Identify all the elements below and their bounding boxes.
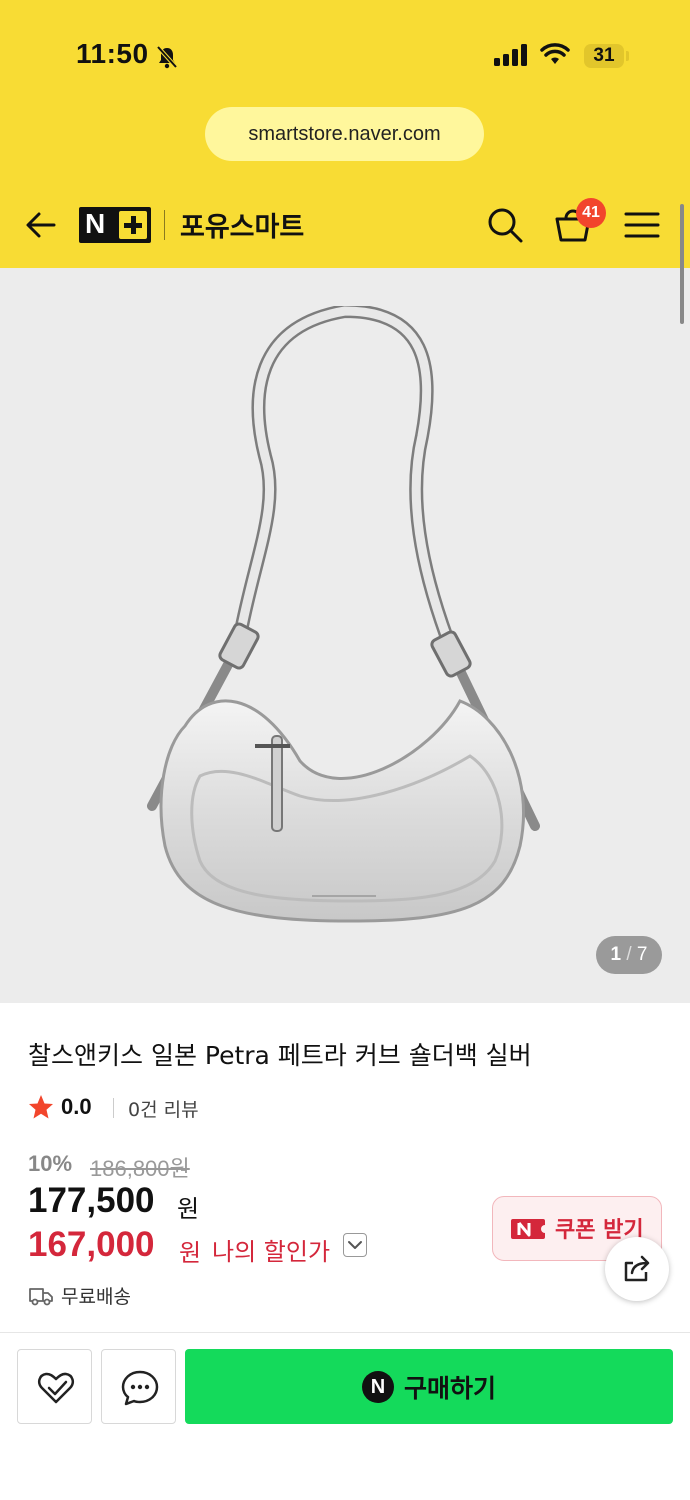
- back-arrow-icon[interactable]: [24, 208, 58, 246]
- status-time: 11:50: [76, 38, 149, 69]
- store-name[interactable]: 포유스마트: [180, 205, 304, 244]
- star-icon: [28, 1094, 54, 1124]
- image-pager: 1 / 7: [596, 936, 662, 974]
- scrollbar[interactable]: [680, 204, 684, 324]
- header-divider: [164, 210, 165, 240]
- pager-total: 7: [636, 944, 648, 965]
- address-bar[interactable]: smartstore.naver.com: [205, 107, 484, 161]
- my-price-unit: 원: [179, 1239, 202, 1267]
- share-icon: [624, 1255, 650, 1282]
- naver-plus-logo[interactable]: N: [79, 207, 151, 243]
- wifi-icon: [540, 42, 570, 70]
- chevron-down-icon[interactable]: [343, 1233, 367, 1257]
- chat-bubble-icon: [121, 1370, 159, 1406]
- product-photo: [140, 303, 550, 930]
- buy-button-label: 구매하기: [404, 1374, 497, 1403]
- search-icon[interactable]: [486, 206, 524, 248]
- naver-coupon-icon: [511, 1217, 549, 1245]
- discount-rate: 10%: [28, 1151, 73, 1176]
- chat-inquiry-button[interactable]: [101, 1349, 176, 1424]
- wishlist-button[interactable]: [17, 1349, 92, 1424]
- naver-logo-letter: N: [85, 208, 106, 239]
- naver-pay-icon: N: [362, 1371, 394, 1403]
- battery-indicator: 31: [584, 44, 624, 68]
- sale-price: 177,500: [28, 1181, 155, 1220]
- silent-bell-icon: [156, 45, 178, 73]
- buy-now-button[interactable]: N 구매하기: [185, 1349, 673, 1424]
- review-count-link[interactable]: 0건 리뷰: [128, 1095, 199, 1122]
- shipping-info: 무료배송: [61, 1286, 131, 1308]
- plus-icon: [119, 211, 147, 239]
- product-image-gallery[interactable]: 1 / 7: [0, 268, 690, 1003]
- delivery-truck-icon: [28, 1285, 54, 1311]
- status-bar: 11:50 31: [0, 0, 690, 110]
- my-discount-price: 167,000: [28, 1225, 155, 1264]
- battery-tip: [626, 51, 629, 61]
- hamburger-menu-icon[interactable]: [624, 211, 660, 243]
- pager-current: 1: [610, 944, 622, 965]
- rating-value: 0.0: [61, 1094, 92, 1119]
- my-discount-label[interactable]: 나의 할인가: [212, 1232, 330, 1267]
- product-title: 찰스앤키스 일본 Petra 페트라 커브 숄더백 실버: [28, 1041, 532, 1070]
- original-price: 186,800원: [90, 1156, 190, 1181]
- share-button[interactable]: [605, 1237, 669, 1301]
- bottom-divider: [0, 1332, 690, 1333]
- pager-separator: /: [626, 944, 632, 965]
- cart-count-badge: 41: [576, 198, 606, 228]
- cellular-signal-icon: [494, 44, 530, 70]
- rating-divider: [113, 1098, 114, 1118]
- heart-check-icon: [37, 1372, 75, 1404]
- sale-price-unit: 원: [177, 1195, 200, 1223]
- top-header-area: 11:50 31 smartstore.naver.com N 포유스마트 41: [0, 0, 690, 268]
